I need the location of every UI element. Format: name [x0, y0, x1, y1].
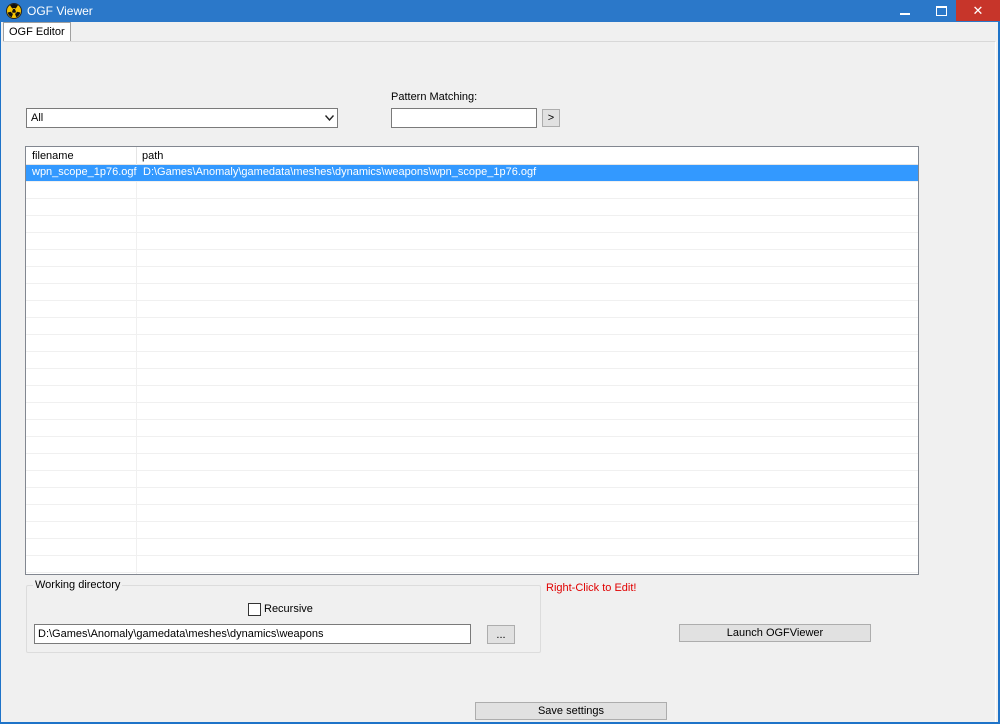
window-title: OGF Viewer: [27, 4, 93, 18]
chevron-down-icon[interactable]: [323, 111, 335, 125]
empty-row: [26, 233, 918, 250]
list-rows: wpn_scope_1p76.ogf D:\Games\Anomaly\game…: [26, 165, 918, 573]
launch-ogfviewer-button[interactable]: Launch OGFViewer: [679, 624, 871, 642]
pattern-input[interactable]: [391, 108, 537, 128]
browse-button[interactable]: ...: [487, 625, 515, 644]
empty-row: [26, 471, 918, 488]
empty-row: [26, 539, 918, 556]
category-combo[interactable]: All: [26, 108, 338, 128]
working-directory-input[interactable]: D:\Games\Anomaly\gamedata\meshes\dynamic…: [34, 624, 471, 644]
empty-row: [26, 284, 918, 301]
empty-row: [26, 216, 918, 233]
maximize-icon: [935, 5, 947, 16]
empty-row: [26, 369, 918, 386]
empty-row: [26, 318, 918, 335]
empty-row: [26, 454, 918, 471]
app-window: OGF Viewer ✕ OGF Editor All Pattern Matc…: [0, 0, 1000, 724]
file-list[interactable]: filename path wpn_scope_1p76.ogf D:\Game…: [25, 146, 919, 575]
right-click-hint: Right-Click to Edit!: [546, 582, 637, 594]
empty-row: [26, 403, 918, 420]
category-combo-value: All: [31, 112, 44, 124]
working-directory-title: Working directory: [33, 579, 123, 591]
empty-row: [26, 522, 918, 539]
empty-row: [26, 505, 918, 522]
empty-row: [26, 437, 918, 454]
empty-row: [26, 335, 918, 352]
launch-ogfviewer-label: Launch OGFViewer: [726, 627, 824, 639]
empty-row: [26, 556, 918, 573]
empty-row: [26, 488, 918, 505]
empty-row: [26, 199, 918, 216]
empty-row: [26, 267, 918, 284]
empty-row: [26, 301, 918, 318]
empty-row: [26, 420, 918, 437]
column-header-filename[interactable]: filename: [32, 150, 74, 162]
empty-row: [26, 352, 918, 369]
recursive-checkbox[interactable]: [248, 603, 261, 616]
tab-ogf-editor[interactable]: OGF Editor: [3, 22, 71, 42]
save-settings-button[interactable]: Save settings: [475, 702, 667, 720]
working-directory-value: D:\Games\Anomaly\gamedata\meshes\dynamic…: [38, 628, 324, 640]
browse-label: ...: [496, 628, 506, 641]
close-button[interactable]: ✕: [956, 0, 1000, 21]
apply-pattern-button[interactable]: >: [542, 109, 560, 127]
table-row[interactable]: wpn_scope_1p76.ogf D:\Games\Anomaly\game…: [26, 165, 918, 182]
empty-row: [26, 182, 918, 199]
working-directory-group: Working directory Recursive D:\Games\Ano…: [26, 579, 541, 653]
client-area: OGF Editor All Pattern Matching: > filen…: [1, 22, 998, 722]
maximize-button[interactable]: [926, 0, 956, 21]
save-settings-label: Save settings: [537, 705, 605, 717]
cell-filename: wpn_scope_1p76.ogf: [32, 166, 137, 178]
recursive-label[interactable]: Recursive: [264, 603, 313, 615]
column-header-path[interactable]: path: [142, 150, 163, 162]
title-bar[interactable]: OGF Viewer ✕: [0, 0, 1000, 22]
cell-path: D:\Games\Anomaly\gamedata\meshes\dynamic…: [143, 166, 537, 178]
apply-pattern-label: >: [547, 112, 555, 124]
radiation-icon: [6, 3, 22, 19]
list-header: filename path: [26, 147, 918, 165]
close-icon: ✕: [972, 2, 984, 18]
pattern-label: Pattern Matching:: [391, 91, 478, 103]
column-separator[interactable]: [136, 147, 137, 164]
empty-row: [26, 386, 918, 403]
empty-row: [26, 250, 918, 267]
tab-panel: All Pattern Matching: > filename path wp…: [3, 41, 996, 722]
minimize-icon: [900, 12, 910, 15]
minimize-button[interactable]: [890, 0, 920, 21]
